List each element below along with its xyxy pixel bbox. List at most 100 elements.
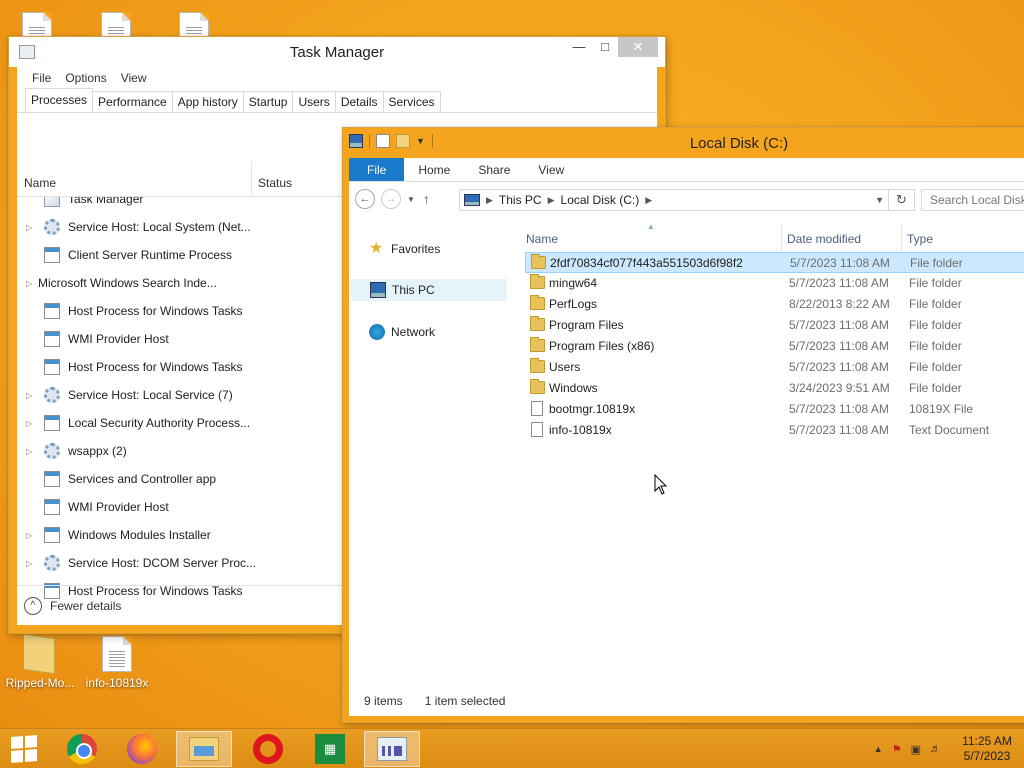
customize-toolbar-icon[interactable]: ▼ (416, 134, 426, 148)
desktop-file-icon[interactable] (179, 12, 209, 48)
ribbon-tab-view[interactable]: View (524, 158, 578, 181)
menu-bar: File Options View (17, 67, 657, 89)
folder-icon (530, 379, 545, 394)
expand-arrow-icon[interactable]: ▷ (26, 559, 38, 568)
recent-locations-icon[interactable]: ▼ (407, 195, 415, 204)
column-date-modified[interactable]: Date modified (787, 232, 861, 246)
search-input[interactable]: Search Local Disk (921, 189, 1024, 211)
tab-details[interactable]: Details (334, 91, 384, 112)
taskbar-chrome[interactable] (56, 731, 108, 767)
app-icon (44, 527, 60, 543)
ribbon-tab-share[interactable]: Share (464, 158, 524, 181)
ribbon-tab-file[interactable]: File (349, 158, 405, 181)
column-status[interactable]: Status (258, 176, 292, 190)
column-name[interactable]: Name (24, 176, 56, 190)
process-row[interactable]: Client Server Runtime Process (17, 241, 347, 269)
column-divider[interactable] (901, 224, 902, 252)
taskbar-file-explorer[interactable] (176, 731, 232, 767)
tab-services[interactable]: Services (382, 91, 441, 112)
menu-file[interactable]: File (32, 71, 51, 85)
process-row[interactable]: Task Manager (17, 197, 347, 213)
start-button[interactable] (0, 731, 48, 767)
tab-app-history[interactable]: App history (171, 91, 244, 112)
file-row[interactable]: Program Files 5/7/2023 11:08 AM File folde… (525, 315, 1024, 336)
expand-arrow-icon[interactable]: ▷ (26, 447, 38, 456)
up-arrow-icon[interactable]: ↑ (423, 191, 430, 207)
task-manager-titlebar[interactable]: Task Manager — □ ✕ (9, 37, 665, 67)
gear-icon (44, 555, 60, 571)
refresh-button[interactable]: ↻ (889, 189, 915, 211)
back-button[interactable]: ← (355, 189, 375, 209)
show-hidden-icons-icon[interactable]: ▲ (874, 744, 883, 754)
maximize-button[interactable]: □ (592, 37, 618, 57)
chevron-right-icon[interactable]: ▶ (548, 195, 555, 206)
expand-arrow-icon[interactable]: ▷ (26, 223, 38, 232)
nav-this-pc[interactable]: This PC (351, 279, 507, 301)
file-row[interactable]: Program Files (x86) 5/7/2023 11:08 AM File… (525, 336, 1024, 357)
clock[interactable]: 11:25 AM 5/7/2023 (950, 734, 1024, 764)
file-type: File folder (909, 381, 962, 395)
desktop-file-icon[interactable] (22, 12, 52, 48)
file-row[interactable]: bootmgr.10819x 5/7/2023 11:08 AM 10819X Fi… (525, 399, 1024, 420)
tab-startup[interactable]: Startup (242, 91, 294, 112)
process-row[interactable]: Host Process for Windows Tasks (17, 353, 347, 381)
app-icon (44, 247, 60, 263)
new-folder-icon[interactable] (396, 134, 410, 148)
tab-performance[interactable]: Performance (92, 91, 173, 112)
tab-processes[interactable]: Processes (25, 88, 94, 112)
expand-arrow-icon[interactable]: ▷ (26, 391, 38, 400)
taskbar-opera[interactable] (242, 731, 294, 767)
file-row[interactable]: mingw64 5/7/2023 11:08 AM File folder (525, 273, 1024, 294)
process-row[interactable]: ▷ wsappx (2) (17, 437, 347, 465)
column-name[interactable]: Name (526, 232, 558, 246)
breadcrumb-this-pc[interactable]: This PC (499, 193, 542, 207)
process-row[interactable]: ▷ Service Host: DCOM Server Proc... (17, 549, 347, 577)
explorer-titlebar[interactable]: ▼ Local Disk (C:) (343, 128, 1024, 158)
nav-favorites[interactable]: ★ Favorites (351, 238, 507, 260)
desktop-icon-info[interactable]: info-10819x (77, 636, 157, 690)
volume-muted-icon[interactable]: ♬ (930, 743, 941, 755)
expand-arrow-icon[interactable]: ▷ (26, 531, 38, 540)
taskbar-firefox[interactable] (116, 731, 168, 767)
column-divider[interactable] (781, 224, 782, 252)
process-row[interactable]: WMI Provider Host (17, 493, 347, 521)
breadcrumb-local-disk[interactable]: Local Disk (C:) (561, 193, 640, 207)
process-row[interactable]: ▷ Local Security Authority Process... (17, 409, 347, 437)
chevron-right-icon[interactable]: ▶ (486, 195, 493, 206)
close-button[interactable]: ✕ (618, 37, 658, 57)
process-row[interactable]: ▷ Service Host: Local System (Net... (17, 213, 347, 241)
process-row[interactable]: ▷ Windows Modules Installer (17, 521, 347, 549)
column-divider[interactable] (251, 161, 252, 196)
chevron-down-icon[interactable]: ▼ (875, 195, 884, 205)
process-row[interactable]: WMI Provider Host (17, 325, 347, 353)
expand-arrow-icon[interactable]: ▷ (26, 279, 38, 288)
menu-options[interactable]: Options (65, 71, 106, 85)
process-row[interactable]: ▷ Service Host: Local Service (7) (17, 381, 347, 409)
process-row[interactable]: ▷ Microsoft Windows Search Inde... (17, 269, 611, 316)
file-row[interactable]: info-10819x 5/7/2023 11:08 AM Text Documen… (525, 420, 1024, 441)
process-row[interactable]: Host Process for Windows Tasks (17, 297, 347, 325)
ribbon-tab-home[interactable]: Home (404, 158, 464, 181)
process-row[interactable]: Services and Controller app (17, 465, 347, 493)
desktop-icon-ripped[interactable]: Ripped-Mo... (0, 632, 80, 690)
minimize-button[interactable]: — (566, 37, 592, 57)
taskbar-store[interactable]: ▦ (304, 731, 356, 767)
file-row[interactable]: Users 5/7/2023 11:08 AM File folder (525, 357, 1024, 378)
menu-view[interactable]: View (121, 71, 147, 85)
taskbar-task-manager[interactable] (364, 731, 420, 767)
network-status-icon[interactable]: ▣ (911, 743, 921, 756)
address-bar[interactable]: ▶ This PC ▶ Local Disk (C:) ▶ ▼ (459, 189, 889, 211)
file-row[interactable]: 2fdf70834cf077f443a551503d6f98f2 5/7/2023… (525, 252, 1024, 273)
chevron-right-icon[interactable]: ▶ (645, 195, 652, 206)
expand-arrow-icon[interactable]: ▷ (26, 419, 38, 428)
properties-icon[interactable] (376, 134, 390, 148)
action-center-icon[interactable]: ⚑ (892, 743, 902, 756)
desktop-file-icon[interactable] (101, 12, 131, 48)
file-type: File folder (909, 360, 962, 374)
nav-network[interactable]: Network (351, 321, 507, 343)
tab-users[interactable]: Users (292, 91, 336, 112)
file-row[interactable]: PerfLogs 8/22/2013 8:22 AM File folder (525, 294, 1024, 315)
forward-button[interactable]: → (381, 189, 401, 209)
file-row[interactable]: Windows 3/24/2023 9:51 AM File folder (525, 378, 1024, 399)
column-type[interactable]: Type (907, 232, 933, 246)
